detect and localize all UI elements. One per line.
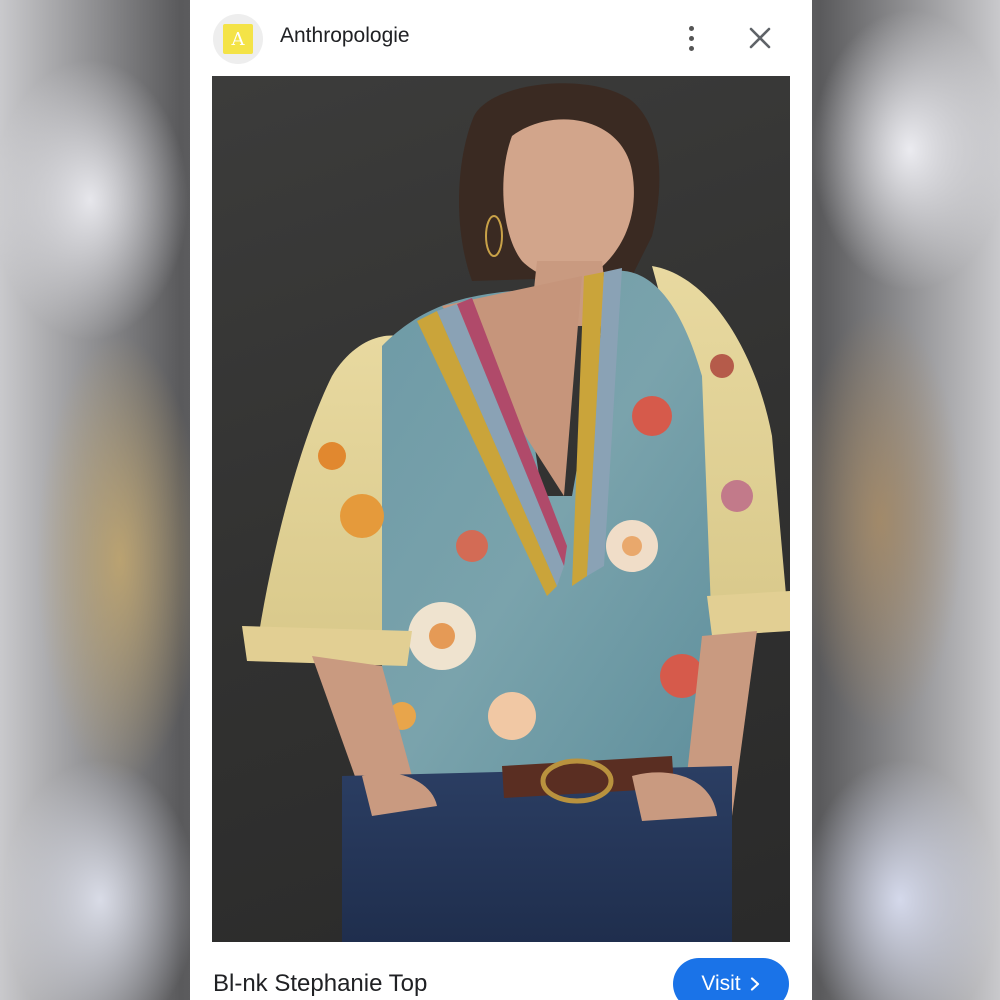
product-title[interactable]: Bl-nk Stephanie Top (213, 970, 427, 998)
image-preview-card: A Anthropologie Bl-nk Stephanie Top Visi… (190, 0, 812, 1000)
visit-button-label: Visit (701, 972, 741, 995)
close-icon (749, 27, 771, 49)
more-options-button[interactable] (676, 20, 706, 56)
close-button[interactable] (744, 22, 776, 54)
brand-logo-initial: A (223, 24, 253, 54)
model-wearing-blouse-illustration (242, 83, 790, 942)
chevron-right-icon (750, 977, 759, 991)
card-header: A Anthropologie (190, 0, 812, 76)
visit-button[interactable]: Visit (673, 958, 789, 1000)
more-vert-icon (688, 25, 694, 31)
brand-logo[interactable]: A (213, 14, 263, 64)
brand-name[interactable]: Anthropologie (280, 24, 410, 48)
product-image[interactable] (212, 76, 790, 942)
